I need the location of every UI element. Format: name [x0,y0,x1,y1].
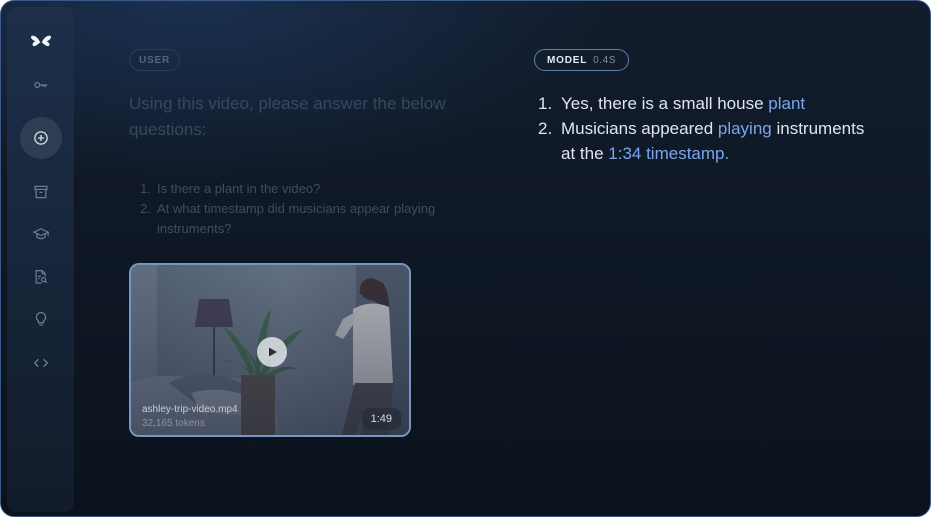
play-button[interactable] [257,337,287,367]
model-role-label: MODEL [547,54,588,66]
play-icon [269,347,277,357]
video-duration-badge: 1:49 [361,408,401,430]
video-token-count: 32,165 tokens [142,418,205,429]
add-circle-icon[interactable] [19,117,62,159]
answer-plain-text: Yes, there is a small house [561,94,769,113]
answer-text: Yes, there is a small house plant [561,91,805,116]
answer-plain-text: Musicians appeared [561,119,718,138]
user-prompt: Using this video, please answer the belo… [129,94,446,139]
list-item: 1. Yes, there is a small house plant [538,91,868,116]
answer-list: 1. Yes, there is a small house plant 2. … [538,91,868,166]
list-item: 2. At what timestamp did musicians appea… [129,199,469,239]
answer-highlight: plant [768,94,806,113]
code-icon[interactable] [20,342,62,384]
school-icon[interactable] [20,213,62,255]
video-file-name: ashley-trip-video.mp4 [142,404,238,415]
key-icon[interactable] [20,64,62,106]
document-search-icon[interactable] [20,256,62,298]
model-response-time: 0.4S [593,54,617,66]
answer-text: Musicians appeared playing instruments a… [561,116,868,166]
question-text: At what timestamp did musicians appear p… [157,201,436,236]
question-text: Is there a plant in the video? [157,181,321,196]
archive-icon[interactable] [20,171,62,213]
app-window: USER Using this video, please answer the… [0,0,931,517]
sidebar [7,7,74,512]
lightbulb-icon[interactable] [20,298,62,340]
list-number: 2. [140,201,151,216]
list-number: 1. [538,94,553,113]
list-number: 2. [538,119,553,138]
video-attachment[interactable]: ashley-trip-video.mp4 32,165 tokens 1:49 [129,263,411,437]
question-list: 1. Is there a plant in the video? 2. At … [129,179,469,239]
butterfly-logo-icon[interactable] [20,21,62,63]
list-item: 2. Musicians appeared playing instrument… [538,116,868,166]
answer-highlight: playing [717,119,772,138]
model-role-chip: MODEL 0.4S [534,49,630,71]
user-role-chip: USER [129,49,180,71]
user-role-label: USER [139,54,170,66]
answer-highlight: 1:34 timestamp. [608,144,730,163]
list-number: 1. [140,181,151,196]
list-item: 1. Is there a plant in the video? [129,179,469,199]
